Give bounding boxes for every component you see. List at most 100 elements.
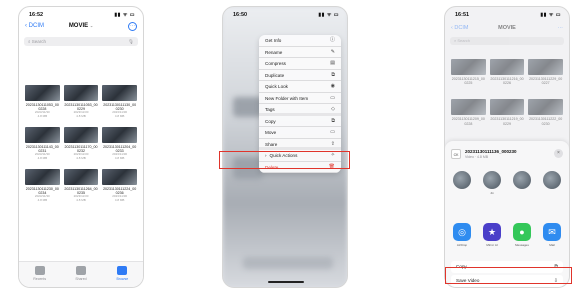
share-highlight-box <box>219 151 350 169</box>
app-label: AirDrop <box>456 243 468 247</box>
share-app-mail[interactable]: ✉ Mail <box>541 223 563 247</box>
menu-item-label: Duplicate <box>265 72 285 78</box>
file-item: 20231130111222_000230 <box>528 99 563 126</box>
file-item[interactable]: 20231130111130_000230 2023/11/30 4.8 MB <box>102 85 137 119</box>
file-name: 20231130111216_000226 <box>490 77 524 86</box>
menu-item-new-folder-with-item[interactable]: New Folder with Item ▭ <box>259 93 341 104</box>
home-indicator <box>268 281 304 283</box>
status-bar: 16:52 ▮▮ ᯤ ▭ <box>29 12 135 20</box>
file-name: 20231130111215_000225 <box>451 77 485 86</box>
search-input[interactable]: ⌕ Search <box>450 37 564 45</box>
share-app-mirror-ai[interactable]: ★ Mirror AI <box>481 223 503 247</box>
pencil-icon: ✎ <box>330 48 335 55</box>
page-title: MOVIE ⌄ <box>19 23 143 29</box>
search-input[interactable]: ⌕ Search 🎙 <box>24 37 138 46</box>
nav-bar: ‹ DCIM MOVIE ⌄ ··· <box>19 22 143 35</box>
tab-bar: Recents Shared Browse <box>19 261 143 287</box>
contact-suggestion[interactable] <box>541 171 563 195</box>
menu-item-rename[interactable]: Rename ✎ <box>259 47 341 58</box>
avatar <box>543 171 561 189</box>
video-thumbnail <box>528 99 563 116</box>
messages-icon: ● <box>513 223 531 241</box>
menu-item-label: Quick Look <box>265 84 288 89</box>
close-button[interactable]: × <box>554 149 563 158</box>
menu-item-share[interactable]: Share ⇪ <box>259 139 341 150</box>
menu-item-compress[interactable]: Compress ▤ <box>259 58 341 70</box>
status-icons: ▮▮ ᯤ ▭ <box>114 12 135 18</box>
file-name: 20231130111219_000229 <box>490 117 524 126</box>
tab-browse[interactable]: Browse <box>107 266 137 287</box>
folder-icon: ▭ <box>330 129 335 135</box>
contact-suggestion[interactable] <box>511 171 533 195</box>
share-app-messages[interactable]: ● Messages <box>511 223 533 247</box>
menu-item-label: Tags <box>265 107 275 112</box>
menu-item-label: Share <box>265 141 278 147</box>
video-thumbnail <box>489 99 525 116</box>
file-meta: 2023/11/30 4.8 MB <box>34 194 50 203</box>
file-item[interactable]: 20231130111170_000232 2023/11/30 4.8 MB <box>63 127 99 161</box>
file-name: 20231130111229_000227 <box>529 77 563 86</box>
status-bar: 16:51 ▮▮ ᯤ ▭ <box>455 12 561 20</box>
copy-icon: ⧉ <box>331 117 335 124</box>
menu-item-tags[interactable]: Tags ◇ <box>259 104 341 116</box>
video-thumbnail <box>102 169 137 185</box>
file-item[interactable]: 20231130111230_000234 2023/11/30 4.8 MB <box>25 169 60 203</box>
share-file-name: 20231130111136_000230 <box>465 149 517 154</box>
file-meta: 2023/11/30 4.8 MB <box>112 194 128 203</box>
menu-item-copy[interactable]: Copy ⧉ <box>259 116 341 127</box>
info-icon: ⓘ <box>329 37 335 43</box>
contact-suggestion[interactable]: Jin <box>481 171 503 195</box>
file-item[interactable]: 20231130111264_000235 2023/11/30 4.8 MB <box>63 169 99 203</box>
menu-item-get-info[interactable]: Get Info ⓘ <box>259 35 341 47</box>
file-item: 20231130111215_000225 <box>451 59 486 85</box>
browse-icon <box>117 266 128 275</box>
file-item: 20231130111229_000227 <box>528 59 563 85</box>
file-icon: CK <box>451 149 461 159</box>
more-button[interactable]: ··· <box>558 25 564 31</box>
menu-item-label: Copy <box>265 118 276 124</box>
video-thumbnail <box>25 169 60 185</box>
share-app-airdrop[interactable]: ◎ AirDrop <box>451 223 473 247</box>
file-item[interactable]: 20231130111143_000231 2023/11/30 4.8 MB <box>25 127 60 161</box>
status-bar: 16:50 ▮▮ ᯤ ▭ <box>233 12 339 20</box>
file-item[interactable]: 20231130111204_000233 2023/11/30 4.8 MB <box>102 127 137 161</box>
chevron-down-icon: ⌄ <box>89 23 94 28</box>
file-item[interactable]: 20231130111053_000229 2023/11/30 4.8 MB <box>63 85 99 119</box>
mirror-ai-icon: ★ <box>483 223 501 241</box>
file-meta: 2023/11/30 4.8 MB <box>73 152 89 161</box>
contact-suggestion[interactable] <box>451 171 473 195</box>
menu-item-duplicate[interactable]: Duplicate ⧉ <box>259 70 341 81</box>
menu-item-move[interactable]: Move ▭ <box>259 127 341 139</box>
page-title: MOVIE <box>498 25 516 31</box>
file-grid: 20231130111215_000225 20231130111216_0002… <box>451 59 563 126</box>
microphone-icon[interactable]: 🎙 <box>128 37 134 46</box>
phone-screen-context-menu: 16:50 ▮▮ ᯤ ▭ Get Info ⓘ Rename ✎ Compress ▤ Du… <box>222 6 348 288</box>
more-button[interactable]: ··· <box>128 22 137 31</box>
file-item[interactable]: 20231130111224_000236 2023/11/30 4.8 MB <box>102 169 137 203</box>
file-name: 20231130111209_000228 <box>451 117 485 126</box>
menu-item-label: Get Info <box>265 38 282 43</box>
file-meta: 2023/11/30 4.8 MB <box>73 110 89 119</box>
file-meta: 2023/11/30 4.8 MB <box>112 110 128 119</box>
mail-icon: ✉ <box>543 223 561 241</box>
video-thumbnail <box>451 59 486 75</box>
video-thumbnail <box>25 127 60 143</box>
status-icons: ▮▮ ᯤ ▭ <box>540 12 561 18</box>
tab-recents[interactable]: Recents <box>25 266 55 287</box>
recents-icon <box>34 266 45 275</box>
share-file-info: Video · 4.8 MB <box>465 155 489 159</box>
people-row: Jin <box>451 171 563 195</box>
tab-shared[interactable]: Shared <box>66 266 96 287</box>
contact-name: Jin <box>490 191 494 195</box>
file-item[interactable]: 20231130111053_000228 2023/11/30 4.8 MB <box>25 85 60 119</box>
airdrop-icon: ◎ <box>453 223 471 241</box>
apps-row: ◎ AirDrop ★ Mirror AI ● Messages ✉ Mail <box>451 223 563 247</box>
avatar <box>453 171 471 189</box>
menu-item-quick-look[interactable]: Quick Look ◉ <box>259 81 341 93</box>
video-thumbnail <box>63 85 99 101</box>
eye-icon: ◉ <box>330 83 335 89</box>
share-icon: ⇪ <box>330 140 335 147</box>
tab-label: Shared <box>75 277 87 281</box>
blurred-tabbar <box>243 257 333 269</box>
file-name: 20231130111222_000230 <box>529 117 563 126</box>
